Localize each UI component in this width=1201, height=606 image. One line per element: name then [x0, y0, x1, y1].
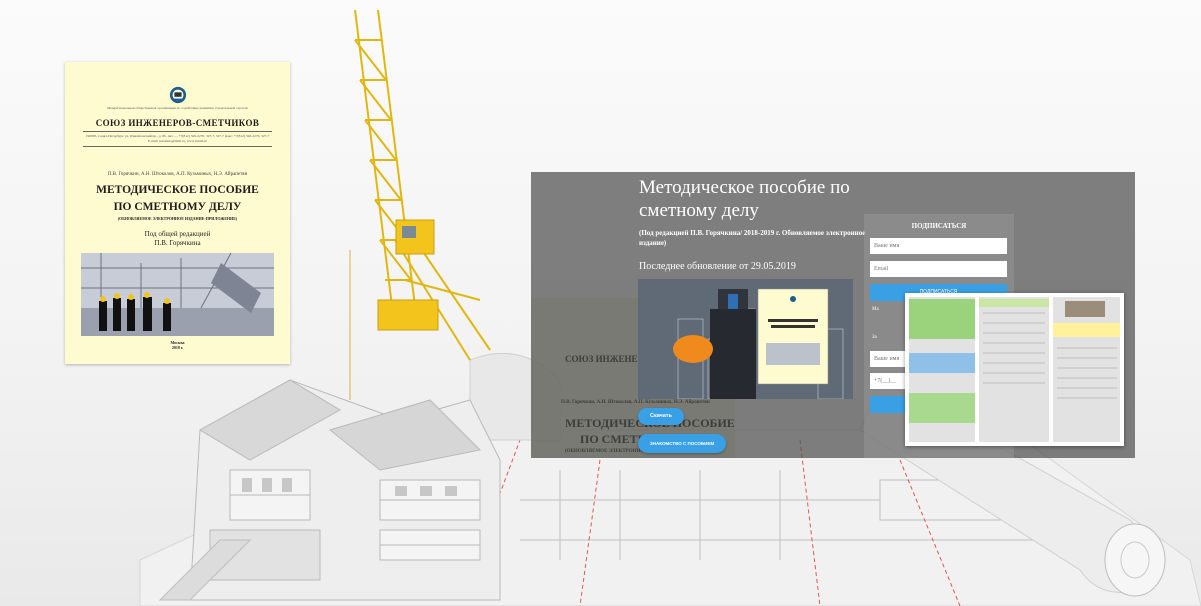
name-input[interactable] [870, 238, 1007, 254]
book-authors: П.В. Горячкин, А.Н. Штоколов, А.П. Кузьм… [107, 172, 248, 177]
book-city-year: Москва 2018 г. [65, 340, 290, 350]
book-title-line2: ПО СМЕТНОМУ ДЕЛУ [113, 201, 242, 213]
book-org-caption: Межрегиональная общественная организация… [107, 106, 248, 110]
book-cover-photo [81, 253, 274, 336]
panel-updated: Последнее обновление от 29.05.2019 [639, 261, 796, 272]
document-pages-preview[interactable] [905, 293, 1124, 446]
engineer-with-book-image [638, 279, 853, 399]
ghost-authors: П.В. Горячкин, А.Н. Штоколов, А.П. Кузьм… [561, 400, 710, 405]
book-editor-line1: Под общей редакцией [144, 230, 211, 238]
book-title-line1: МЕТОДИЧЕСКОЕ ПОСОБИЕ [96, 184, 259, 196]
book-edition-note: (ОБНОВЛЯЕМОЕ ЭЛЕКТРОННОЕ ИЗДАНИЕ-ПРИЛОЖЕ… [117, 216, 238, 221]
panel-subtitle: (Под редакцией П.В. Горячкина/ 2018-2019… [639, 229, 866, 247]
promo-panel: СОЮЗ ИНЖЕНЕРОВ-СМЕТЧИКОВ П.В. Горячкин, … [531, 172, 1135, 458]
subscribe-form-title: ПОДПИСАТЬСЯ [911, 222, 967, 230]
panel-title: Методическое пособие по сметному делу [639, 177, 850, 221]
form-note-2: За [872, 335, 877, 340]
book-editor-line2: П.В. Горячкина [154, 239, 201, 247]
page-background: Межрегиональная общественная организация… [0, 0, 1201, 606]
book-year: 2018 г. [171, 345, 184, 350]
form-note-1: Ма [872, 307, 879, 312]
meet-the-guide-button[interactable]: ЗНАКОМСТВО С ПОСОБИЕМ [638, 434, 726, 453]
email-input[interactable] [870, 261, 1007, 277]
divider [83, 131, 272, 132]
download-button[interactable]: Скачать [638, 408, 684, 425]
book-org-title: СОЮЗ ИНЖЕНЕРОВ-СМЕТЧИКОВ [95, 118, 260, 128]
book-cover[interactable]: Межрегиональная общественная организация… [65, 62, 290, 364]
union-logo-icon [169, 86, 187, 104]
divider [83, 146, 272, 147]
book-address: 190005, Санкт-Петербург, ул. Измайловски… [85, 134, 270, 143]
